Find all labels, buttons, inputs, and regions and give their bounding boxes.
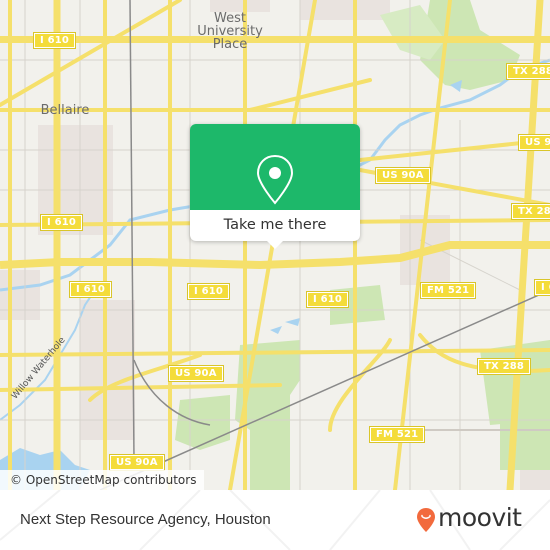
road-shield-i610: I 610 [533,279,550,296]
road-shield-fm521: FM 521 [368,426,426,443]
road-shield-fm521: FM 521 [419,282,477,299]
place-label-line: Bellaire [40,103,90,118]
road-shield-us90a: US 90A [109,454,165,471]
map-attribution[interactable]: © OpenStreetMap contributors [0,470,205,490]
place-label-bellaire: Bellaire [40,104,90,117]
road-shield-us90a: US 90A [375,167,431,184]
road-shield-i610: I 610 [305,291,350,308]
popup-header [190,124,360,210]
location-title: Next Step Resource Agency, Houston [20,511,271,528]
map-pin-icon [256,154,294,205]
place-label-west-university-place: West University Place [190,12,270,51]
road-shield-us90a: US 90A [168,365,224,382]
road-shield-i610: I 610 [39,214,84,231]
road-shield-us90a: US 90A [518,134,550,151]
take-me-there-button[interactable]: Take me there [190,210,360,241]
map-view[interactable]: West University Place Bellaire I 610 I 6… [0,0,550,490]
road-shield-i610: I 610 [68,281,113,298]
footer-bar: Next Step Resource Agency, Houston moovi… [0,490,550,550]
road-shield-i610: I 610 [186,283,231,300]
road-shield-tx288: TX 288 [505,63,550,80]
road-shield-tx288: TX 288 [476,358,532,375]
popup-pointer [266,240,284,249]
take-me-there-popup[interactable]: Take me there [190,124,360,249]
moovit-pin-icon [417,508,435,532]
place-label-line: Place [212,37,248,52]
moovit-wordmark: moovit [438,503,522,532]
road-shield-i610: I 610 [32,32,77,49]
road-shield-tx288: TX 288 [510,203,550,220]
